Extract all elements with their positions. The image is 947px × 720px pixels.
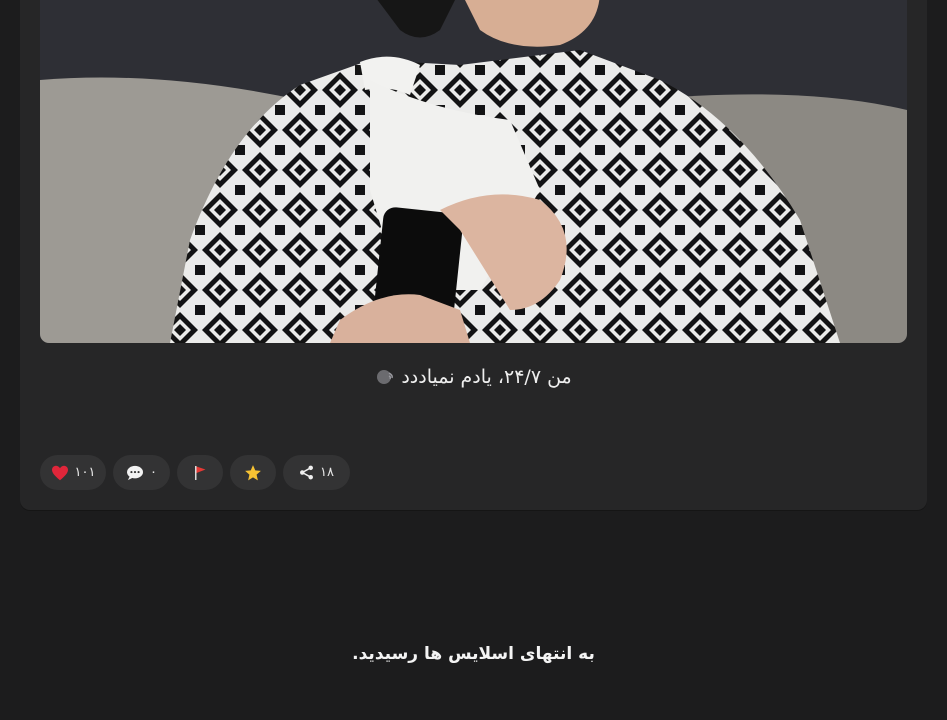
post-caption: من ۲۴/۷، یادم نمیاددد (20, 366, 927, 388)
share-button[interactable]: ۱۸ (283, 455, 350, 490)
share-icon (299, 465, 314, 480)
post-image[interactable] (40, 0, 907, 343)
heart-icon (51, 465, 69, 481)
speech-bubble-icon (126, 465, 144, 481)
like-count: ۱۰۱ (74, 465, 96, 480)
speaking-head-icon (375, 369, 395, 387)
post-caption-text: من ۲۴/۷، یادم نمیاددد (401, 366, 572, 388)
report-button[interactable] (177, 455, 223, 490)
post-actions-bar: ۱۰۱ ۰ ۱۸ (40, 455, 350, 491)
comment-button[interactable]: ۰ (113, 455, 170, 490)
favorite-button[interactable] (230, 455, 276, 490)
share-count: ۱۸ (320, 465, 334, 480)
star-icon (244, 464, 262, 482)
post-card: من ۲۴/۷، یادم نمیاددد ۱۰۱ ۰ ۱۸ (20, 0, 927, 510)
comment-count: ۰ (150, 465, 157, 480)
like-button[interactable]: ۱۰۱ (40, 455, 106, 490)
end-of-feed-message: به انتهای اسلایس ها رسیدید. (352, 644, 595, 664)
post-photo (40, 0, 907, 343)
flag-icon (193, 465, 207, 481)
